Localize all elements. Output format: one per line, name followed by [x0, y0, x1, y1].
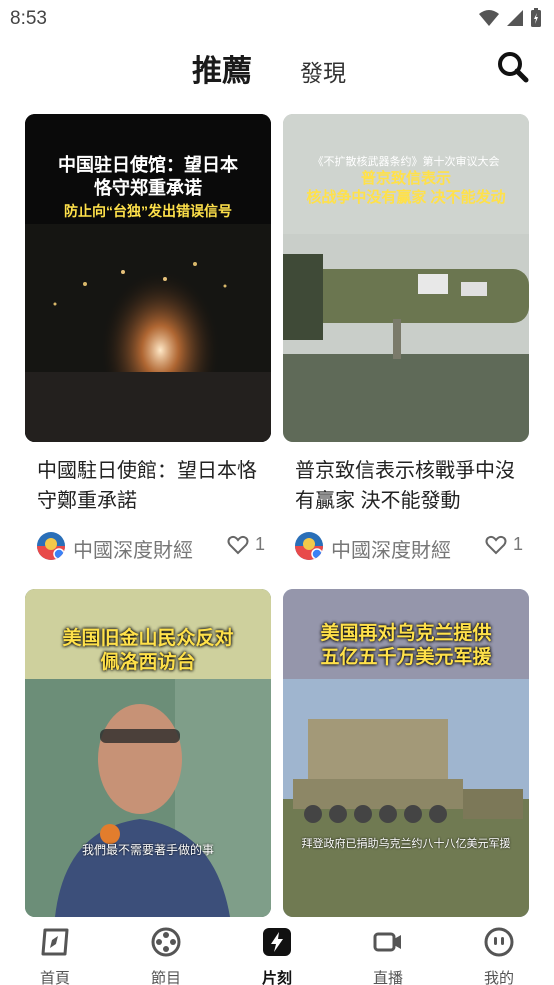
nav-programs[interactable]: 節目	[131, 926, 201, 985]
thumbnail-line: 恪守郑重承诺	[94, 177, 202, 198]
tab-discover[interactable]: 發現	[300, 54, 346, 88]
profile-face-icon	[484, 927, 514, 957]
thumbnail-line: 美国再对乌克兰提供	[320, 623, 492, 644]
thumbnail-line: 普京致信表示	[360, 169, 451, 187]
nav-mine[interactable]: 我的	[464, 926, 534, 985]
thumbnail-caption: 拜登政府已捐助乌克兰约八十八亿美元军援	[301, 838, 511, 850]
thumbnail-headline: 美国旧金山民众反对 佩洛西访台	[31, 627, 265, 675]
like-button[interactable]: 1	[485, 534, 523, 555]
like-button[interactable]: 1	[227, 534, 265, 555]
heart-icon	[485, 535, 507, 554]
video-thumbnail[interactable]: 中国驻日使馆：望日本 恪守郑重承诺 防止向“台独”发出错误信号	[25, 114, 271, 442]
thumbnail-line: 美国旧金山民众反对	[62, 628, 234, 649]
lightning-icon	[263, 928, 291, 956]
nav-mine-label: 我的	[483, 970, 514, 985]
thumbnail-headline: 《不扩散核武器条约》第十次审议大会 普京致信表示 核战争中没有赢家 决不能发动	[289, 156, 523, 207]
video-thumbnail[interactable]: 美国再对乌克兰提供 五亿五千万美元军援 拜登政府已捐助乌克兰约八十八亿美元军援	[283, 589, 529, 917]
avatar[interactable]	[37, 532, 65, 560]
thumbnail-line: 中国驻日使馆：望日本	[58, 155, 238, 175]
thumbnail-line: 防止向“台独”发出错误信号	[64, 203, 232, 219]
avatar[interactable]	[295, 532, 323, 560]
video-card[interactable]: 美国旧金山民众反对 佩洛西访台 我們最不需要著手做的事	[25, 589, 271, 917]
signal-icon	[507, 10, 523, 26]
video-camera-icon	[373, 932, 401, 952]
video-card[interactable]: 美国再对乌克兰提供 五亿五千万美元军援 拜登政府已捐助乌克兰约八十八亿美元军援	[283, 589, 529, 917]
battery-icon	[531, 8, 541, 27]
search-icon	[498, 52, 529, 83]
bottom-nav: 首頁 節目 片刻 直播 我的	[0, 920, 554, 985]
video-thumbnail[interactable]: 《不扩散核武器条约》第十次审议大会 普京致信表示 核战争中没有赢家 决不能发动	[283, 114, 529, 442]
tab-recommend[interactable]: 推薦	[192, 46, 252, 90]
heart-icon	[227, 535, 249, 554]
thumbnail-headline: 中国驻日使馆：望日本 恪守郑重承诺 防止向“台独”发出错误信号	[31, 154, 265, 221]
top-tabs: 推薦 發現	[0, 40, 554, 96]
thumbnail-line: 五亿五千万美元军援	[320, 646, 492, 668]
nav-clips[interactable]: 片刻	[242, 926, 312, 985]
thumbnail-line: 佩洛西访台	[100, 651, 196, 673]
nav-live[interactable]: 直播	[353, 926, 423, 985]
thumbnail-headline: 美国再对乌克兰提供 五亿五千万美元军援	[289, 622, 523, 670]
video-card[interactable]: 《不扩散核武器条约》第十次审议大会 普京致信表示 核战争中没有赢家 决不能发动 …	[283, 114, 529, 562]
status-bar: 8:53	[0, 0, 554, 38]
video-title[interactable]: 普京致信表示核戰爭中沒有贏家 決不能發動	[283, 456, 529, 516]
like-count: 1	[254, 534, 265, 554]
like-count: 1	[512, 534, 523, 554]
card-meta: 中國深度財經 1	[283, 530, 529, 562]
film-reel-icon	[151, 927, 181, 957]
nav-home-label: 首頁	[39, 970, 70, 985]
video-thumbnail[interactable]: 美国旧金山民众反对 佩洛西访台 我們最不需要著手做的事	[25, 589, 271, 917]
thumbnail-caption: 我們最不需要著手做的事	[81, 843, 214, 857]
nav-home[interactable]: 首頁	[20, 926, 90, 985]
status-icons	[478, 8, 542, 28]
status-time: 8:53	[10, 8, 47, 29]
compass-icon	[41, 928, 69, 956]
nav-programs-label: 節目	[150, 970, 181, 985]
wifi-icon	[479, 10, 499, 26]
nav-clips-label: 片刻	[261, 970, 292, 985]
video-card[interactable]: 中国驻日使馆：望日本 恪守郑重承诺 防止向“台独”发出错误信号 中國駐日使館：望…	[25, 114, 271, 562]
search-button[interactable]	[496, 50, 530, 84]
author-name[interactable]: 中國深度財經	[73, 534, 193, 563]
thumbnail-line: 《不扩散核武器条约》第十次审议大会	[312, 156, 500, 168]
video-title[interactable]: 中國駐日使館：望日本恪守鄭重承諾	[25, 456, 271, 516]
card-meta: 中國深度財經 1	[25, 530, 271, 562]
thumbnail-line: 核战争中没有赢家 决不能发动	[306, 188, 506, 206]
author-name[interactable]: 中國深度財經	[331, 534, 451, 563]
nav-live-label: 直播	[372, 970, 403, 985]
